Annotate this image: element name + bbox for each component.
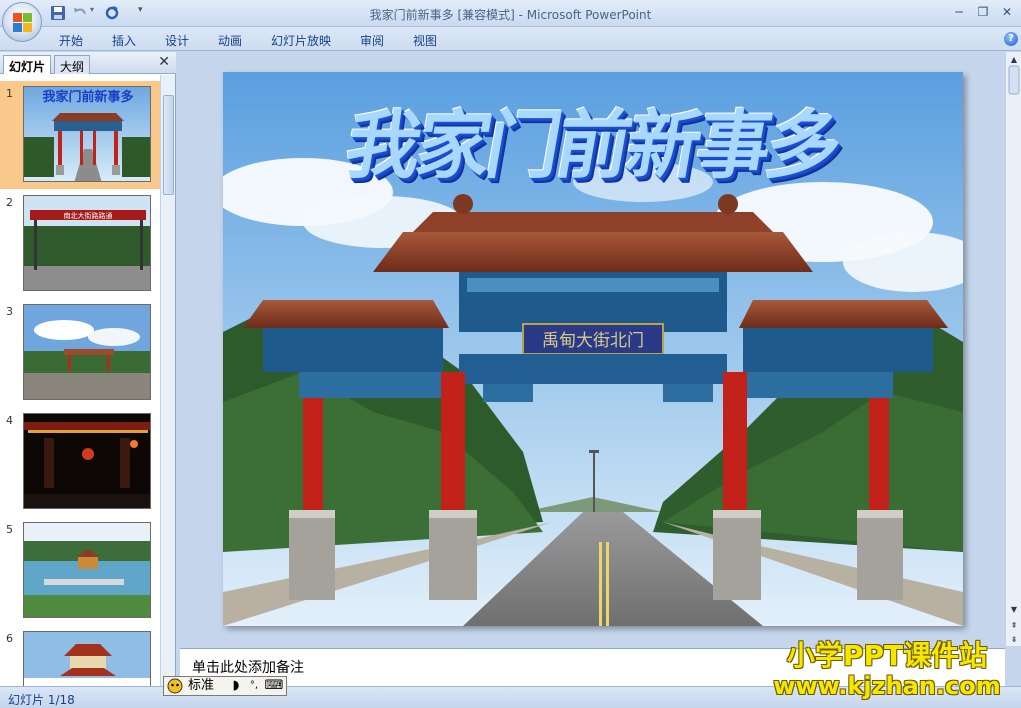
title-bar: 我家门前新事多 [兼容模式] - Microsoft PowerPoint ▾ … bbox=[0, 0, 1021, 27]
slide-thumbnail[interactable]: 南北大街路路通 bbox=[23, 195, 151, 291]
close-window-button[interactable]: ✕ bbox=[996, 3, 1018, 21]
slide-thumbnail[interactable] bbox=[23, 522, 151, 618]
ime-logo-icon[interactable] bbox=[166, 678, 184, 694]
slide-thumbnail[interactable] bbox=[23, 413, 151, 509]
ime-mode-label[interactable]: 标准 bbox=[188, 678, 226, 694]
ribbon-tabs: 开始 插入 设计 动画 幻灯片放映 审阅 视图 ? bbox=[0, 27, 1021, 51]
svg-text:▲: ▲ bbox=[1011, 55, 1018, 64]
slide-thumbnail[interactable]: 我家门前新事多 bbox=[23, 86, 151, 182]
scroll-thumb[interactable] bbox=[163, 95, 174, 195]
current-slide[interactable]: 禹甸大街北门 我家门前新事多 bbox=[223, 72, 963, 626]
svg-text:⇞: ⇞ bbox=[1011, 621, 1018, 630]
tab-review[interactable]: 审阅 bbox=[360, 32, 384, 49]
redo-icon[interactable] bbox=[104, 5, 120, 21]
tab-home[interactable]: 开始 bbox=[59, 32, 83, 49]
office-logo-icon bbox=[13, 13, 32, 32]
slide-5-preview bbox=[24, 523, 150, 617]
gate-plaque-text: 禹甸大街北门 bbox=[542, 331, 644, 351]
slide-2-caption: 南北大街路路通 bbox=[64, 211, 113, 220]
slide-2-preview: 南北大街路路通 bbox=[24, 196, 150, 290]
undo-icon[interactable] bbox=[72, 5, 88, 21]
slide-thumbnail-row[interactable]: 1 我家门前新事多 bbox=[0, 81, 160, 189]
watermark-title: 小学PPT课件站 bbox=[786, 639, 988, 672]
svg-text:⇟: ⇟ bbox=[1011, 635, 1018, 644]
slide-3-preview bbox=[24, 305, 150, 399]
slide-thumbnail-row[interactable]: 2 南北大街路路通 bbox=[0, 190, 160, 298]
slide-number: 6 bbox=[6, 632, 13, 645]
thumbnail-list: 1 我家门前新事多 2 南北大街路路通 3 4 5 6 bbox=[0, 75, 160, 686]
ime-toolbar[interactable]: 标准 ◗ °, ⌨ bbox=[163, 676, 287, 696]
tab-slides[interactable]: 幻灯片 bbox=[3, 55, 52, 74]
save-icon[interactable] bbox=[50, 5, 66, 21]
slide-1-caption: 我家门前新事多 bbox=[42, 89, 133, 105]
slide-scrollbar[interactable]: ▲ ▼ ⇞ ⇟ bbox=[1005, 52, 1021, 646]
half-width-icon[interactable]: ◗ bbox=[228, 678, 244, 694]
thumbnail-scrollbar[interactable] bbox=[160, 75, 175, 686]
slide-6-preview bbox=[24, 632, 150, 686]
slide-number: 1 bbox=[6, 87, 13, 100]
slide-number: 4 bbox=[6, 414, 13, 427]
soft-keyboard-icon[interactable]: ⌨ bbox=[264, 678, 284, 694]
site-watermark: 小学PPT课件站 www.kjzhan.com bbox=[772, 639, 1002, 701]
pane-tab-strip: 幻灯片 大纲 ✕ bbox=[0, 52, 176, 74]
office-button[interactable] bbox=[2, 2, 42, 42]
slide-thumbnail-row[interactable]: 5 bbox=[0, 517, 160, 625]
slide-thumbnail-row[interactable]: 4 bbox=[0, 408, 160, 516]
tab-design[interactable]: 设计 bbox=[165, 32, 189, 49]
slide-title-box[interactable]: 我家门前新事多 bbox=[223, 86, 963, 189]
slide-number: 5 bbox=[6, 523, 13, 536]
slide-number: 2 bbox=[6, 196, 13, 209]
tab-outline[interactable]: 大纲 bbox=[54, 55, 91, 74]
slide-counter: 幻灯片 1/18 bbox=[8, 693, 75, 707]
tab-insert[interactable]: 插入 bbox=[112, 32, 136, 49]
slides-pane: 幻灯片 大纲 ✕ 1 我家门前新事多 2 南北大街路路通 3 4 5 6 bbox=[0, 52, 176, 686]
punctuation-icon[interactable]: °, bbox=[246, 678, 262, 694]
slide-editor: 禹甸大街北门 我家门前新事多 bbox=[177, 52, 1005, 646]
customize-toolbar-icon[interactable]: ▾ bbox=[138, 5, 154, 21]
slide-4-preview bbox=[24, 414, 150, 508]
tab-view[interactable]: 视图 bbox=[413, 32, 437, 49]
notes-placeholder[interactable]: 单击此处添加备注 bbox=[192, 657, 304, 677]
watermark-url: www.kjzhan.com bbox=[773, 672, 1001, 700]
slide-thumbnail[interactable] bbox=[23, 304, 151, 400]
slide-1-preview: 我家门前新事多 bbox=[24, 87, 150, 181]
slide-thumbnail[interactable] bbox=[23, 631, 151, 686]
minimize-button[interactable]: ─ bbox=[948, 3, 970, 21]
tab-slideshow[interactable]: 幻灯片放映 bbox=[271, 32, 331, 49]
scrollbar-graphics: ▲ ▼ ⇞ ⇟ bbox=[1008, 55, 1020, 644]
slide-number: 3 bbox=[6, 305, 13, 318]
close-pane-icon[interactable]: ✕ bbox=[158, 54, 170, 70]
slide-thumbnail-row[interactable]: 6 bbox=[0, 626, 160, 686]
restore-button[interactable]: ❐ bbox=[972, 3, 994, 21]
tab-animation[interactable]: 动画 bbox=[218, 32, 242, 49]
slide-thumbnail-row[interactable]: 3 bbox=[0, 299, 160, 407]
slide-title[interactable]: 我家门前新事多 bbox=[339, 86, 848, 193]
help-icon[interactable]: ? bbox=[1004, 32, 1018, 46]
svg-text:▼: ▼ bbox=[1011, 605, 1018, 614]
